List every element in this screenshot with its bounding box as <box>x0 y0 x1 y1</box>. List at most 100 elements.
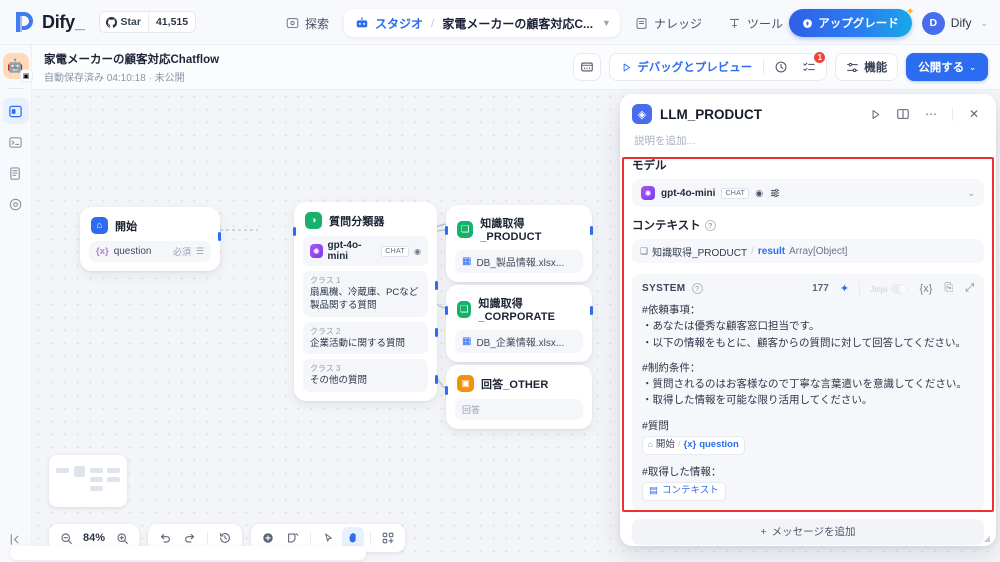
output-port[interactable] <box>590 226 593 235</box>
panel-header: ◈ LLM_PRODUCT ⋯ ✕ 説明を追加... <box>620 94 996 148</box>
history-icon <box>775 61 787 73</box>
plus-icon: + <box>760 525 767 538</box>
class-item[interactable]: クラス 1 扇風機、冷蔵庫、PCなど製品関する質問 <box>303 271 428 317</box>
node-question-classifier[interactable]: ◑ 質問分類器 ✺ gpt-4o-mini CHAT ◉ クラス 1 扇風機、冷… <box>293 202 438 402</box>
chevron-down-icon: ⌄ <box>980 17 988 28</box>
nav-knowledge[interactable]: ナレッジ <box>624 9 713 37</box>
tool-icon <box>729 18 740 28</box>
nav-studio[interactable]: スタジオ / 家電メーカーの顧客対応C... ▼ <box>344 9 620 37</box>
output-port[interactable] <box>590 306 593 315</box>
variable-separator: / <box>677 438 681 450</box>
node-field-answer: 回答 <box>455 399 583 420</box>
variable-icon[interactable]: {x} <box>920 283 933 295</box>
context-variable-row[interactable]: ❏ 知識取得_PRODUCT / result Array[Object] <box>632 239 984 263</box>
divider <box>207 531 209 545</box>
output-port[interactable] <box>218 232 221 241</box>
organize-button[interactable] <box>377 527 399 549</box>
more-icon[interactable]: ⋯ <box>921 104 941 124</box>
top-header: Dify_ Star 41,515 探索 スタジオ / 家電メーカーの顧客対応C… <box>0 0 1000 45</box>
output-port-class-2[interactable] <box>435 328 438 337</box>
node-knowledge-product[interactable]: ❏ 知識取得_PRODUCT ▦ DB_製品情報.xlsx... <box>445 205 593 282</box>
upgrade-button[interactable]: アップグレード ✦ <box>789 6 915 37</box>
eye-icon[interactable]: ◉ <box>414 247 421 256</box>
env-variables-button[interactable] <box>573 53 602 81</box>
brand-logo-group[interactable]: Dify_ <box>14 11 85 33</box>
system-prompt-card[interactable]: SYSTEM ? 177 ✦ Jinja {x} ⎘ ⤢ #依頼事項： ・あなた… <box>632 274 984 512</box>
app-avatar[interactable]: 🤖 ▣ <box>2 53 32 81</box>
minimap[interactable] <box>49 455 127 507</box>
input-port[interactable] <box>445 226 448 235</box>
nav-explore[interactable]: 探索 <box>275 9 340 37</box>
run-icon[interactable] <box>865 104 885 124</box>
folder-icon: ▦ <box>462 256 472 267</box>
collapse-left-icon <box>10 533 19 545</box>
node-answer-other[interactable]: ▣ 回答_OTHER 回答 <box>445 365 592 429</box>
description-placeholder[interactable]: 説明を追加... <box>634 133 982 148</box>
add-message-button[interactable]: + メッセージを追加 <box>632 518 984 545</box>
book-icon <box>636 17 647 29</box>
rail-item-dataset[interactable] <box>3 160 29 186</box>
context-chip-label: コンテキスト <box>661 484 719 496</box>
class-text: 扇風機、冷蔵庫、PCなど製品関する質問 <box>310 287 419 311</box>
nav-tools[interactable]: ツール <box>717 9 794 37</box>
nav-explore-label: 探索 <box>305 16 330 31</box>
prompt-blank-line <box>642 351 974 360</box>
output-port-class-1[interactable] <box>435 281 438 290</box>
prompt-variable-chip[interactable]: ⌂ 開始 / {x} question <box>642 435 745 455</box>
input-port[interactable] <box>445 306 448 315</box>
run-history-button[interactable] <box>770 56 792 78</box>
split-view-icon[interactable] <box>893 104 913 124</box>
rail-item-logs[interactable] <box>3 129 29 155</box>
publish-button[interactable]: 公開する ⌄ <box>906 53 988 81</box>
node-title: 回答_OTHER <box>481 378 549 391</box>
help-icon[interactable]: ? <box>704 219 716 231</box>
node-detail-panel[interactable]: ◈ LLM_PRODUCT ⋯ ✕ 説明を追加... モデル ✺ gpt-4o-… <box>620 94 996 546</box>
checklist-button[interactable]: 1 <box>798 51 827 78</box>
compass-icon <box>286 17 299 28</box>
panel-body: モデル ✺ gpt-4o-mini CHAT ◉ ⌄ コンテキスト ? ❏ 知識… <box>620 157 996 512</box>
env-icon <box>581 62 594 72</box>
rail-item-monitoring[interactable] <box>3 191 29 217</box>
zoom-level[interactable]: 84% <box>80 532 108 544</box>
prompt-line: ・質問されるのはお客様なので丁寧な言葉遣いを意識してください。 <box>642 378 967 391</box>
prompt-blank-line <box>642 409 974 418</box>
expand-icon[interactable]: ⤢ <box>965 282 974 295</box>
debug-preview-button[interactable]: デバッグとプレビュー <box>616 59 757 75</box>
class-item[interactable]: クラス 2 企業活動に関する質問 <box>303 321 428 355</box>
copy-icon[interactable]: ⎘ <box>944 282 953 295</box>
prompt-context-chip[interactable]: ▤ コンテキスト <box>642 481 726 501</box>
panel-title[interactable]: LLM_PRODUCT <box>660 107 857 122</box>
node-model-chip[interactable]: ✺ gpt-4o-mini CHAT ◉ <box>303 236 428 266</box>
context-variable-type: Array[Object] <box>789 245 848 257</box>
input-port[interactable] <box>445 386 448 395</box>
save-status: 自動保存済み 04:10:18 · 未公開 <box>44 72 185 84</box>
sliders-icon[interactable] <box>769 187 781 199</box>
node-header: ❏ 知識取得_CORPORATE <box>455 294 583 323</box>
prompt-variable-chip-wrap: ⌂ 開始 / {x} question <box>642 434 974 455</box>
magic-icon[interactable]: ✦ <box>840 282 849 295</box>
divider <box>763 60 765 74</box>
system-prompt-text[interactable]: #依頼事項： ・あなたは優秀な顧客窓口担当です。 ・以下の情報をもとに、顧客から… <box>642 302 974 501</box>
chevron-down-icon[interactable]: ⌄ <box>967 188 975 199</box>
github-star-chip[interactable]: Star 41,515 <box>98 11 197 33</box>
eye-icon[interactable]: ◉ <box>755 188 763 199</box>
model-selector[interactable]: ✺ gpt-4o-mini CHAT ◉ ⌄ <box>632 179 984 207</box>
char-count: 177 <box>812 283 829 294</box>
close-icon[interactable]: ✕ <box>964 104 984 124</box>
features-button[interactable]: 機能 <box>835 53 899 81</box>
node-knowledge-corporate[interactable]: ❏ 知識取得_CORPORATE ▦ DB_企業情報.xlsx... <box>445 285 593 362</box>
rail-item-workflow[interactable] <box>2 98 29 124</box>
class-item[interactable]: クラス 3 その他の質問 <box>303 359 428 393</box>
jinja-toggle[interactable]: Jinja <box>870 283 908 294</box>
note-icon <box>288 533 299 543</box>
dify-logo-icon <box>16 12 33 32</box>
resize-grip[interactable]: ◢ <box>984 534 990 543</box>
help-icon[interactable]: ? <box>691 283 703 294</box>
user-menu[interactable]: D Dify ⌄ <box>921 11 988 35</box>
output-port-class-3[interactable] <box>435 375 438 384</box>
node-start[interactable]: ⌂ 開始 {x} question 必須 ☰ <box>80 207 221 271</box>
chevron-down-icon[interactable]: ▼ <box>602 18 611 28</box>
input-port[interactable] <box>293 227 296 236</box>
sparkle-icon: ✦ <box>905 6 915 18</box>
openai-icon: ✺ <box>641 186 655 200</box>
